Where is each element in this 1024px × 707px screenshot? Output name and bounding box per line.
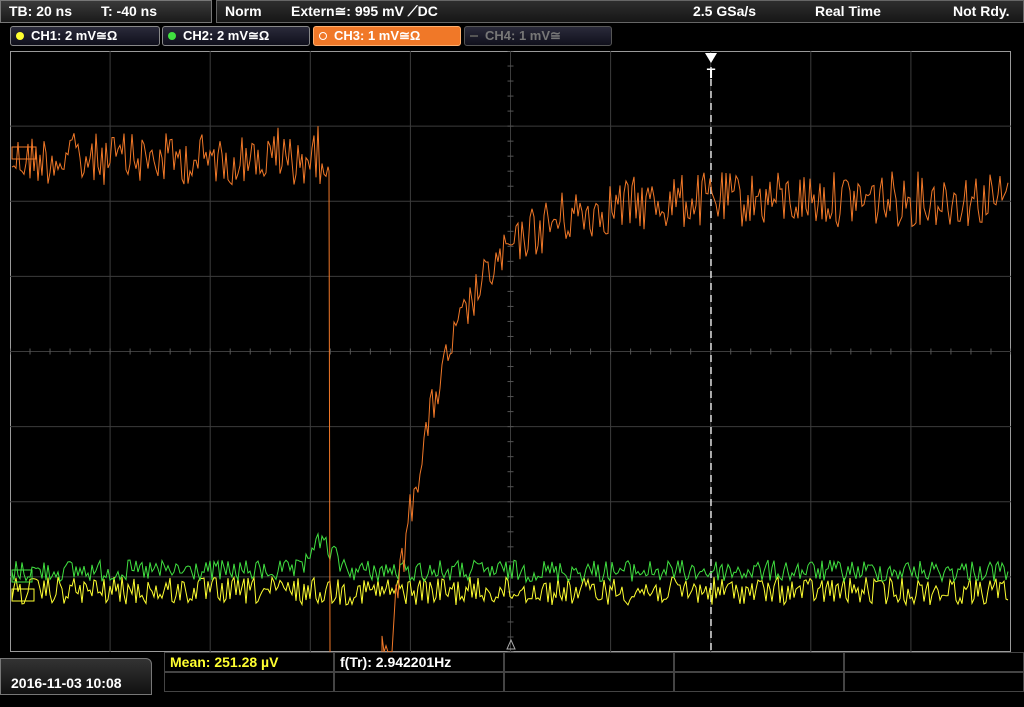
trigger-marker-label: T xyxy=(707,65,716,81)
ch2-dot-icon xyxy=(168,32,176,40)
channel-tab-ch1[interactable]: CH1: 2 mV≅Ω xyxy=(10,26,160,46)
trigger-mode: Norm xyxy=(225,3,262,19)
trigger-source: Extern≅: 995 mV ⟋DC xyxy=(291,3,438,19)
measurement-slot-7[interactable] xyxy=(334,672,504,692)
frequency-measurement[interactable]: f(Tr): 2.942201Hz xyxy=(334,652,504,672)
top-bar: TB: 20 ns T: -40 ns Norm Extern≅: 995 mV… xyxy=(0,0,1024,24)
waveform-canvas[interactable]: T xyxy=(10,51,1011,652)
channel-row: CH1: 2 mV≅Ω CH2: 2 mV≅Ω CH3: 1 mV≅Ω CH4:… xyxy=(0,26,1024,48)
datetime-label: 2016-11-03 10:08 xyxy=(11,675,122,691)
trigger-time-label: T: -40 ns xyxy=(101,3,158,19)
trigger-arrow-icon xyxy=(705,53,717,63)
ch4-dash-icon xyxy=(470,35,478,37)
ch4-label: CH4: 1 mV≅ xyxy=(485,28,561,43)
timebase-box[interactable]: TB: 20 ns T: -40 ns xyxy=(0,0,212,23)
sample-rate: 2.5 GSa/s xyxy=(693,3,757,19)
acquisition-mode: Real Time xyxy=(815,3,881,19)
channel-tab-ch2[interactable]: CH2: 2 mV≅Ω xyxy=(162,26,310,46)
ch1-label: CH1: 2 mV≅Ω xyxy=(31,28,118,43)
measurement-panel[interactable]: Mean: 251.28 µV f(Tr): 2.942201Hz xyxy=(164,652,1024,695)
timebase-label: TB: 20 ns xyxy=(9,3,73,19)
measurement-slot-9[interactable] xyxy=(674,672,844,692)
measurement-slot-8[interactable] xyxy=(504,672,674,692)
measurement-slot-5[interactable] xyxy=(844,652,1024,672)
measurement-slot-3[interactable] xyxy=(504,652,674,672)
ch1-ground-marker xyxy=(11,588,35,602)
datetime-box: 2016-11-03 10:08 xyxy=(0,658,152,695)
measurement-slot-10[interactable] xyxy=(844,672,1024,692)
measurement-slot-4[interactable] xyxy=(674,652,844,672)
graticule xyxy=(10,51,1011,652)
ch3-label: CH3: 1 mV≅Ω xyxy=(334,28,421,43)
ch3-dot-icon xyxy=(319,32,327,40)
measurement-slot-6[interactable] xyxy=(164,672,334,692)
channel-tab-ch3[interactable]: CH3: 1 mV≅Ω xyxy=(313,26,461,46)
channel-tab-ch4[interactable]: CH4: 1 mV≅ xyxy=(464,26,612,46)
mean-measurement[interactable]: Mean: 251.28 µV xyxy=(164,652,334,672)
ch1-dot-icon xyxy=(16,32,24,40)
status-bar[interactable]: Norm Extern≅: 995 mV ⟋DC 2.5 GSa/s Real … xyxy=(216,0,1024,23)
acquisition-state: Not Rdy. xyxy=(953,3,1010,19)
ch2-label: CH2: 2 mV≅Ω xyxy=(183,28,270,43)
